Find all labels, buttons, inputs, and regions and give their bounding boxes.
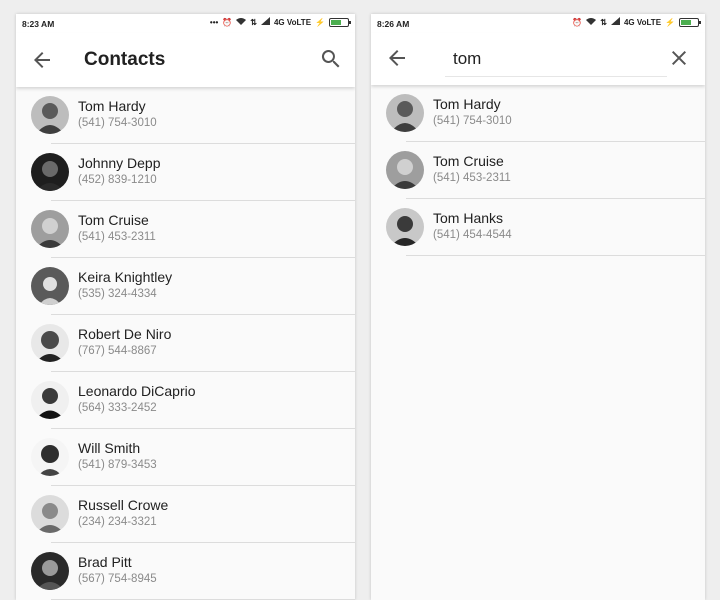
avatar: [386, 208, 424, 246]
contact-name: Tom Hardy: [78, 98, 146, 114]
contact-name: Tom Cruise: [433, 153, 504, 169]
wifi-icon: [236, 17, 247, 27]
status-time: 8:26 AM: [377, 19, 410, 29]
alarm-icon: ⏰: [222, 17, 233, 27]
contact-name: Will Smith: [78, 440, 141, 456]
page-title: Contacts: [84, 49, 166, 70]
contacts-screen: 8:23 AM ••• ⏰ ⇅ 4G VoLTE ⚡ Contacts Tom …: [16, 14, 355, 600]
status-icons: ⏰ ⇅ 4G VoLTE ⚡: [572, 17, 701, 27]
search-bar: [371, 33, 705, 85]
avatar: [31, 153, 69, 191]
contact-row[interactable]: Tom Hardy (541) 754-3010: [371, 85, 705, 142]
search-icon[interactable]: [319, 47, 343, 71]
avatar: [386, 94, 424, 132]
wifi-icon: [586, 17, 597, 27]
contact-row[interactable]: Tom Cruise (541) 453-2311: [16, 201, 355, 258]
status-time: 8:23 AM: [22, 19, 55, 29]
divider: [406, 255, 705, 256]
search-screen: 8:26 AM ⏰ ⇅ 4G VoLTE ⚡ Tom H: [371, 14, 705, 600]
contact-name: Tom Hanks: [433, 210, 504, 226]
contact-phone: (234) 234-3321: [78, 516, 157, 528]
alarm-icon: ⏰: [572, 17, 583, 27]
contact-name: Russell Crowe: [78, 497, 169, 513]
contact-name: Keira Knightley: [78, 269, 173, 285]
contact-row[interactable]: Russell Crowe (234) 234-3321: [16, 486, 355, 543]
contact-row[interactable]: Robert De Niro (767) 544-8867: [16, 315, 355, 372]
more-dots-icon: •••: [209, 17, 219, 27]
avatar: [31, 324, 69, 362]
back-arrow-icon[interactable]: [385, 46, 409, 70]
signal-icon: [610, 17, 620, 27]
contact-phone: (541) 453-2311: [433, 172, 511, 184]
data-arrows-icon: ⇅: [250, 17, 257, 27]
status-icons: ••• ⏰ ⇅ 4G VoLTE ⚡: [209, 17, 351, 27]
contact-name: Tom Cruise: [78, 212, 149, 228]
contact-name: Brad Pitt: [78, 554, 132, 570]
contact-phone: (535) 324-4334: [78, 288, 157, 300]
contact-list: Tom Hardy (541) 754-3010 Johnny Depp (45…: [16, 87, 355, 600]
contact-row[interactable]: Tom Hanks (541) 454-4544: [371, 199, 705, 256]
close-icon[interactable]: [667, 46, 691, 70]
network-label: 4G VoLTE: [273, 17, 312, 27]
contact-phone: (567) 754-8945: [78, 573, 157, 585]
data-arrows-icon: ⇅: [600, 17, 607, 27]
avatar: [31, 381, 69, 419]
charging-icon: ⚡: [665, 17, 675, 27]
status-bar: 8:26 AM ⏰ ⇅ 4G VoLTE ⚡: [371, 14, 705, 33]
signal-icon: [260, 17, 270, 27]
contact-row[interactable]: Keira Knightley (535) 324-4334: [16, 258, 355, 315]
contact-phone: (452) 839-1210: [78, 174, 157, 186]
avatar: [31, 438, 69, 476]
contact-phone: (767) 544-8867: [78, 345, 157, 357]
search-results-list: Tom Hardy (541) 754-3010 Tom Cruise (541…: [371, 85, 705, 256]
contact-row[interactable]: Tom Hardy (541) 754-3010: [16, 87, 355, 144]
avatar: [31, 267, 69, 305]
avatar: [386, 151, 424, 189]
contact-phone: (541) 454-4544: [433, 229, 512, 241]
contact-name: Leonardo DiCaprio: [78, 383, 196, 399]
avatar: [31, 552, 69, 590]
contact-row[interactable]: Leonardo DiCaprio (564) 333-2452: [16, 372, 355, 429]
contact-name: Robert De Niro: [78, 326, 172, 342]
contact-row[interactable]: Tom Cruise (541) 453-2311: [371, 142, 705, 199]
battery-icon: [679, 17, 701, 27]
contact-phone: (564) 333-2452: [78, 402, 157, 414]
contact-row[interactable]: Johnny Depp (452) 839-1210: [16, 144, 355, 201]
avatar: [31, 96, 69, 134]
network-label: 4G VoLTE: [623, 17, 662, 27]
app-bar: Contacts: [16, 33, 355, 87]
back-arrow-icon[interactable]: [30, 48, 54, 72]
status-bar: 8:23 AM ••• ⏰ ⇅ 4G VoLTE ⚡: [16, 14, 355, 33]
avatar: [31, 495, 69, 533]
contact-phone: (541) 754-3010: [433, 115, 512, 127]
contact-phone: (541) 754-3010: [78, 117, 157, 129]
contact-name: Johnny Depp: [78, 155, 161, 171]
contact-phone: (541) 879-3453: [78, 459, 157, 471]
contact-row[interactable]: Will Smith (541) 879-3453: [16, 429, 355, 486]
contact-row[interactable]: Brad Pitt (567) 754-8945: [16, 543, 355, 600]
charging-icon: ⚡: [315, 17, 325, 27]
avatar: [31, 210, 69, 248]
search-input[interactable]: [445, 42, 667, 77]
battery-icon: [329, 17, 351, 27]
contact-phone: (541) 453-2311: [78, 231, 156, 243]
contact-name: Tom Hardy: [433, 96, 501, 112]
